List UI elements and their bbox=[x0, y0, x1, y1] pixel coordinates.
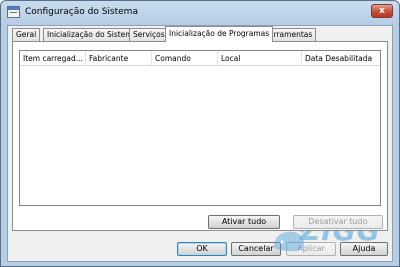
disable-all-button[interactable]: Desativar tudo bbox=[293, 215, 383, 229]
tab-services[interactable]: Serviços bbox=[129, 28, 169, 41]
help-button[interactable]: Ajuda bbox=[340, 242, 388, 256]
close-button[interactable]: x bbox=[371, 4, 393, 18]
title-bar[interactable]: Configuração do Sistema x bbox=[1, 1, 399, 25]
column-manufacturer[interactable]: Fabricante bbox=[86, 51, 152, 66]
tab-system-startup[interactable]: Inicialização do Sistema bbox=[43, 28, 142, 41]
apply-button[interactable]: Aplicar bbox=[286, 242, 336, 256]
column-command[interactable]: Comando bbox=[152, 51, 218, 66]
column-startup-item[interactable]: Item carregad... bbox=[20, 51, 86, 66]
column-location[interactable]: Local bbox=[218, 51, 302, 66]
list-header: Item carregad... Fabricante Comando Loca… bbox=[20, 51, 380, 66]
msconfig-icon bbox=[7, 6, 20, 18]
startup-panel: Item carregad... Fabricante Comando Loca… bbox=[12, 41, 388, 231]
column-date-disabled[interactable]: Data Desabilitada bbox=[302, 51, 380, 66]
dialog-client-area: Geral Inicialização do Sistema Serviços … bbox=[7, 25, 393, 262]
startup-items-list[interactable]: Item carregad... Fabricante Comando Loca… bbox=[19, 50, 381, 206]
tab-program-startup[interactable]: Inicialização de Programas bbox=[165, 26, 274, 42]
system-configuration-window: Configuração do Sistema x Geral Iniciali… bbox=[0, 0, 400, 267]
enable-all-button[interactable]: Ativar tudo bbox=[208, 215, 280, 229]
cancel-button[interactable]: Cancelar bbox=[231, 242, 281, 256]
tab-general[interactable]: Geral bbox=[12, 28, 41, 41]
ok-button[interactable]: OK bbox=[177, 242, 227, 256]
window-title: Configuração do Sistema bbox=[25, 7, 138, 17]
